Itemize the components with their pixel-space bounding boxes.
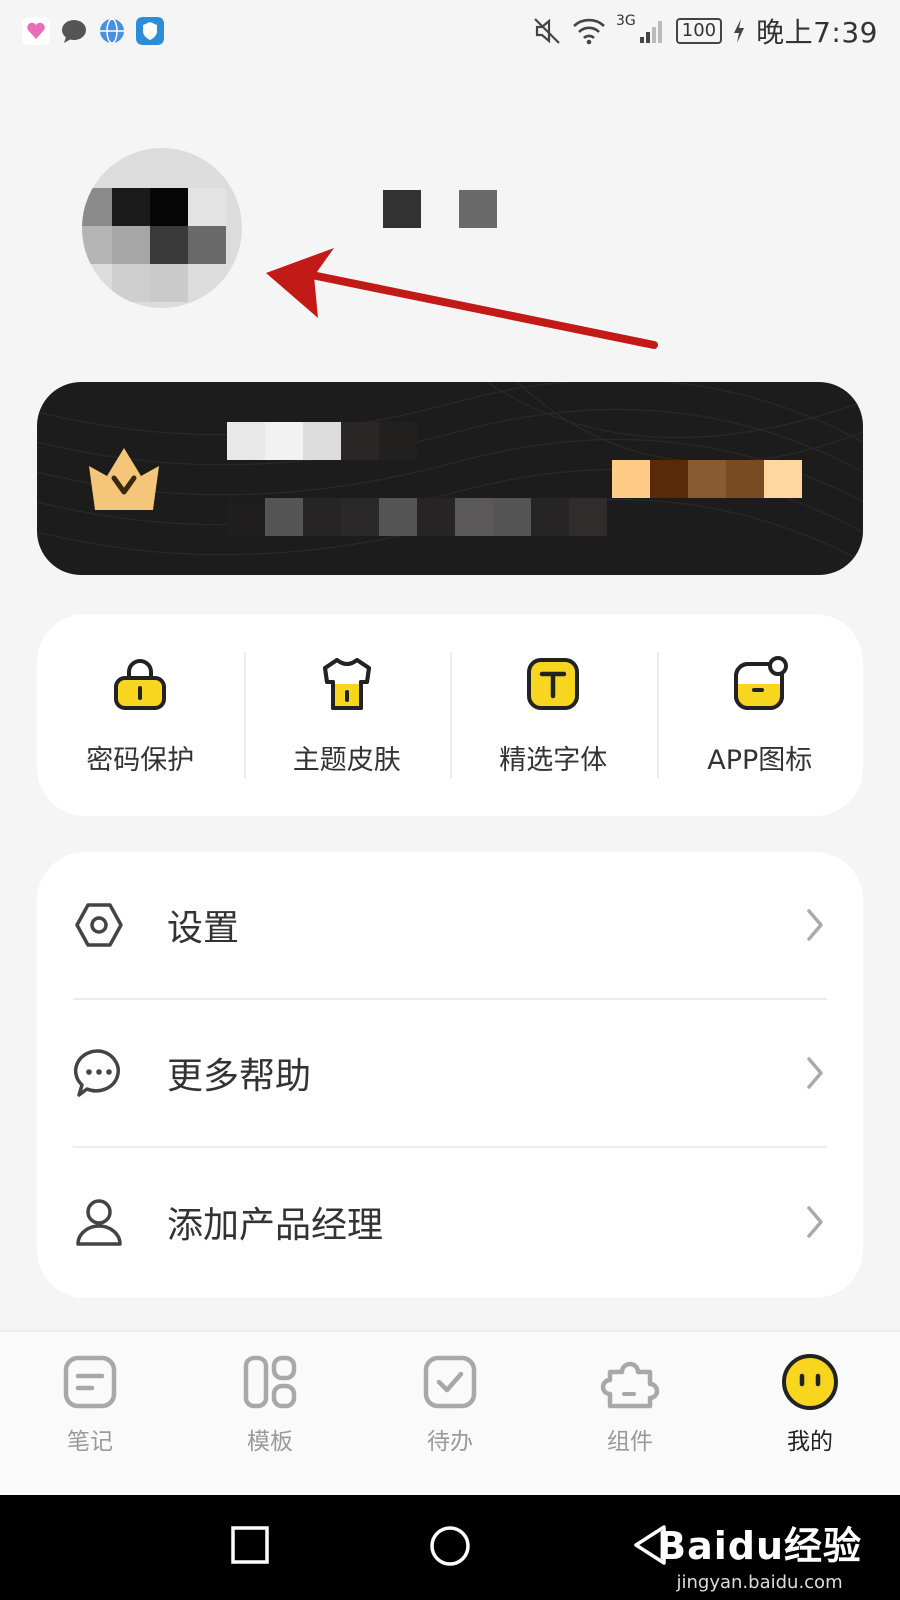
avatar[interactable] <box>82 148 242 308</box>
vip-banner[interactable] <box>37 382 863 575</box>
battery-indicator: 100 <box>675 18 723 44</box>
tshirt-icon <box>322 657 371 710</box>
tab-templates[interactable]: 模板 <box>180 1332 360 1495</box>
system-status: 3G 100 晚上7:39 <box>532 11 878 51</box>
network-type: 3G <box>615 13 636 29</box>
nickname-pixelated <box>383 190 497 228</box>
browser-app-icon <box>100 18 124 44</box>
watermark-url: jingyan.baidu.com <box>676 1572 843 1593</box>
quick-item-label: 精选字体 <box>499 744 608 776</box>
vip-title-pixelated <box>227 422 417 460</box>
mute-icon <box>534 18 560 44</box>
quick-font-selection[interactable]: 精选字体 <box>450 614 657 816</box>
home-button[interactable] <box>427 1523 473 1569</box>
menu-item-label: 更多帮助 <box>167 1056 312 1097</box>
wifi-icon <box>573 18 605 45</box>
menu-card: 设置 更多帮助 添加产品经理 <box>37 852 863 1298</box>
person-icon <box>76 1199 122 1246</box>
help-chat-icon <box>73 1049 120 1097</box>
vip-crown-icon <box>89 448 159 510</box>
menu-item-label: 设置 <box>167 908 240 949</box>
quick-item-label: APP图标 <box>707 744 813 776</box>
quick-item-label: 密码保护 <box>86 744 195 776</box>
clock: 晚上7:39 <box>756 16 878 49</box>
chevron-right-icon <box>807 1206 823 1238</box>
tab-label: 笔记 <box>67 1429 113 1455</box>
baidu-jingyan-watermark: Baidu经验 jingyan.baidu.com <box>657 1515 862 1593</box>
widget-icon <box>600 1361 660 1409</box>
tab-notes[interactable]: 笔记 <box>0 1332 180 1495</box>
menu-item-label: 添加产品经理 <box>167 1205 384 1246</box>
charging-icon <box>734 19 745 43</box>
quick-password-protection[interactable]: 密码保护 <box>37 614 244 816</box>
red-arrow-annotation <box>266 248 658 349</box>
status-bar: 3G 100 晚上7:39 <box>0 0 900 62</box>
watermark-logo-text: Baidu经验 <box>657 1524 862 1568</box>
tab-label: 组件 <box>607 1429 653 1455</box>
notification-icons <box>22 17 164 45</box>
chevron-right-icon <box>807 1057 823 1089</box>
tab-label: 模板 <box>247 1429 293 1455</box>
bottom-tab-bar: 笔记 模板 待办 组件 我的 <box>0 1330 900 1495</box>
tab-label: 我的 <box>787 1429 833 1455</box>
recent-apps-button[interactable] <box>228 1523 272 1567</box>
note-icon <box>63 1355 117 1409</box>
smiley-icon <box>782 1354 838 1410</box>
tab-mine[interactable]: 我的 <box>720 1332 900 1495</box>
tab-widgets[interactable]: 组件 <box>540 1332 720 1495</box>
template-icon <box>243 1355 297 1409</box>
menu-item-settings[interactable]: 设置 <box>73 852 827 1000</box>
chat-app-icon <box>62 20 86 43</box>
signal-icon <box>639 21 662 43</box>
vip-upgrade-button-pixelated[interactable] <box>612 460 802 498</box>
quick-theme-skin[interactable]: 主题皮肤 <box>243 614 451 816</box>
quick-actions-card: 密码保护 主题皮肤 精选字体 APP图标 <box>37 614 863 816</box>
menu-item-add-product-manager[interactable]: 添加产品经理 <box>73 1148 827 1296</box>
quick-item-label: 主题皮肤 <box>292 744 401 776</box>
chevron-right-icon <box>807 909 823 941</box>
system-navigation-bar: Baidu经验 jingyan.baidu.com <box>0 1495 900 1600</box>
heart-app-icon <box>22 17 50 45</box>
shield-app-icon <box>136 17 164 45</box>
todo-icon <box>423 1355 477 1409</box>
lock-icon <box>114 658 167 710</box>
app-icon <box>733 655 788 710</box>
tab-todo[interactable]: 待办 <box>360 1332 540 1495</box>
quick-app-icon[interactable]: APP图标 <box>656 614 864 816</box>
menu-item-more-help[interactable]: 更多帮助 <box>73 1000 827 1148</box>
vip-subtitle-pixelated <box>227 498 607 536</box>
settings-icon <box>75 903 123 947</box>
font-icon <box>527 657 580 710</box>
tab-label: 待办 <box>427 1429 473 1455</box>
